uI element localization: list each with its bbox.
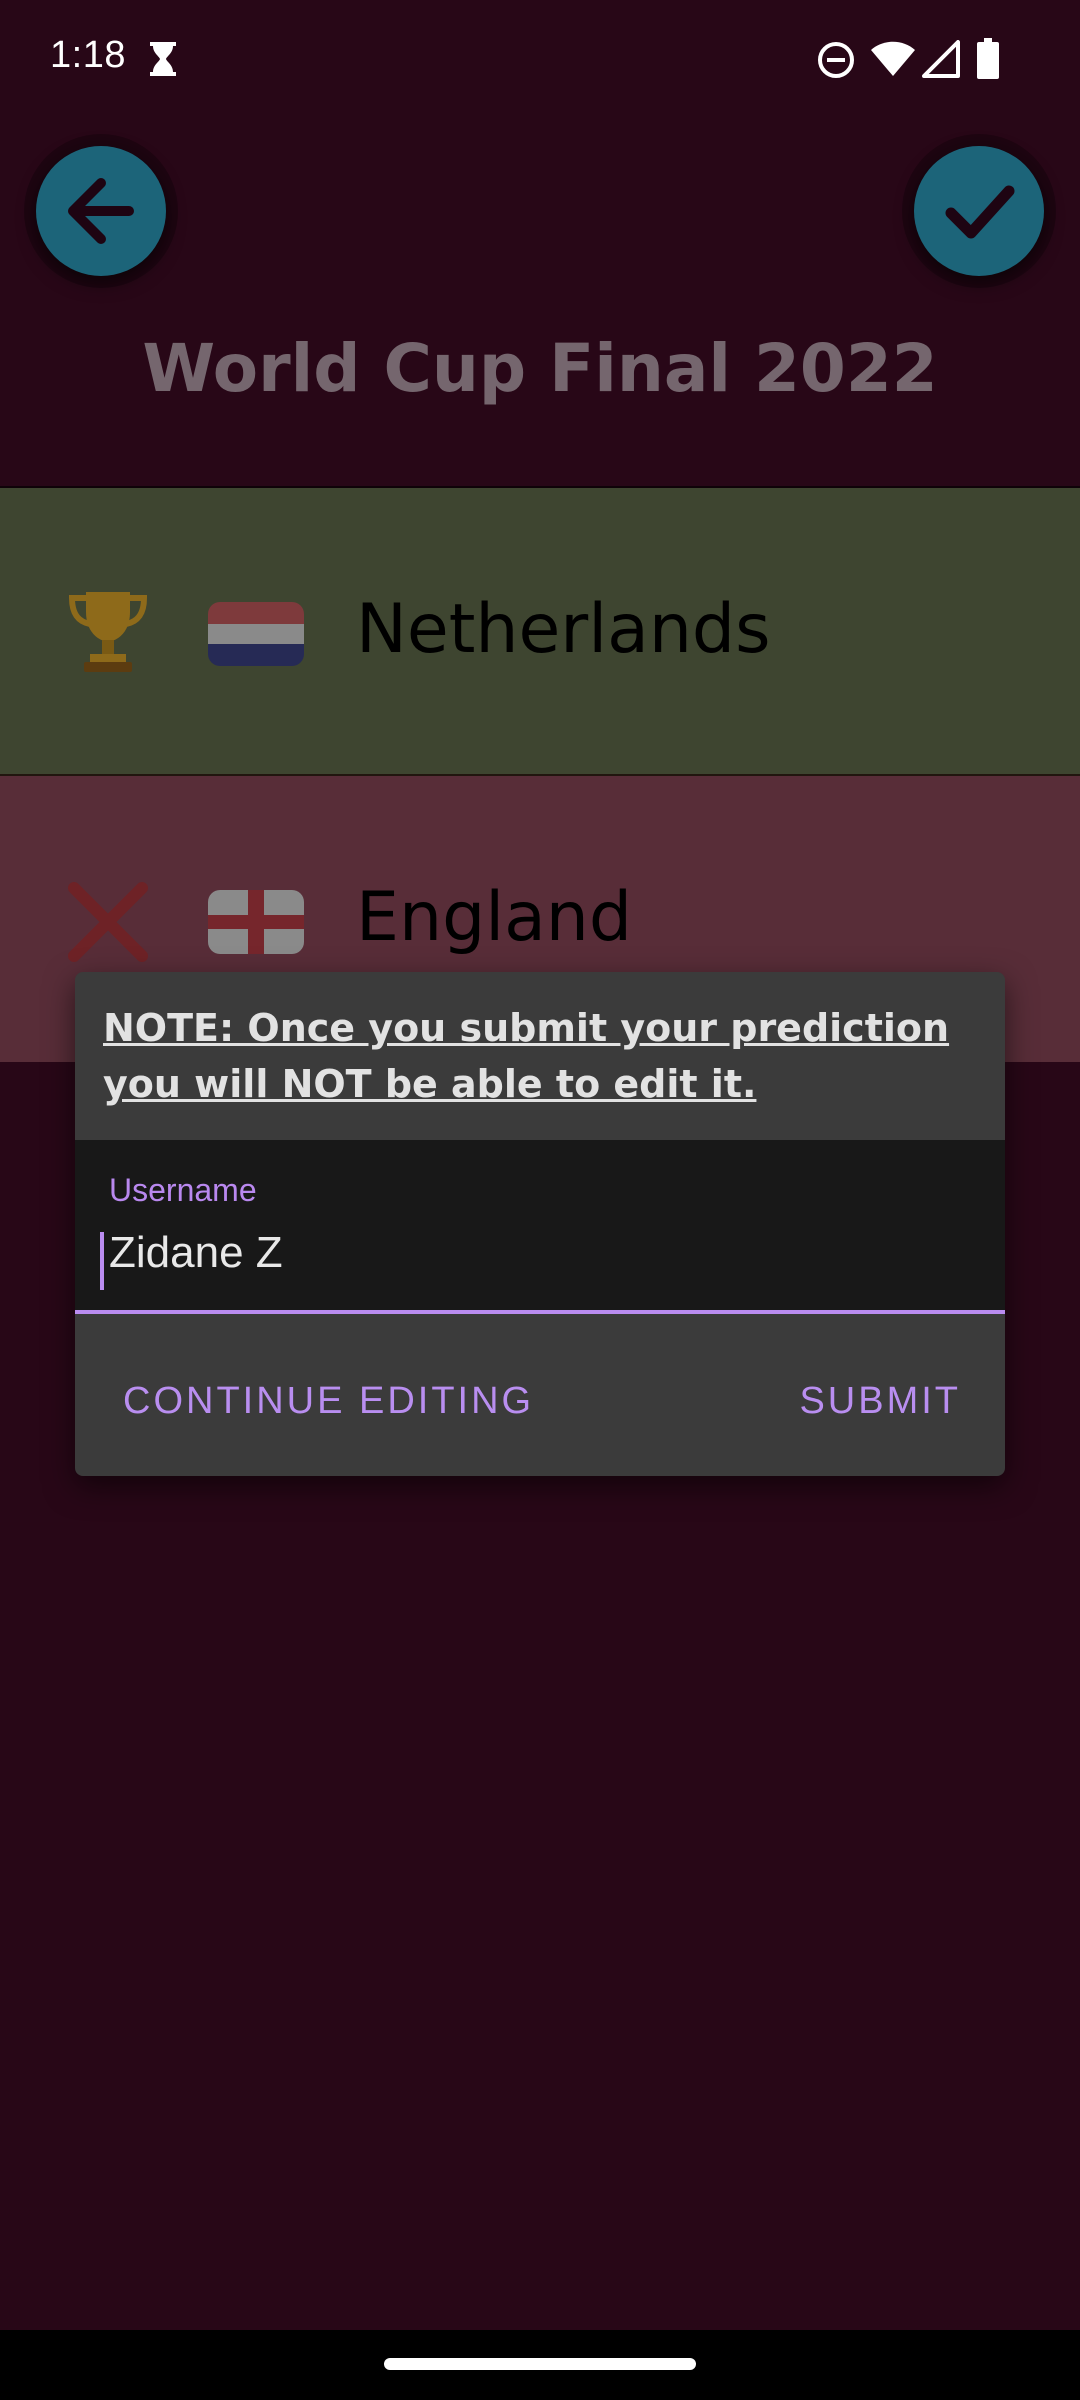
england-flag-icon <box>208 890 304 954</box>
status-time: 1:18 <box>50 34 126 76</box>
dialog-note: NOTE: Once you submit your prediction yo… <box>103 1006 950 1106</box>
trophy-icon <box>68 592 148 672</box>
battery-icon <box>977 38 999 79</box>
screen: 1:18 World Cup Final 2022 Netherlands En… <box>0 0 1080 2400</box>
submit-button[interactable]: SUBMIT <box>799 1380 961 1423</box>
team-name: Netherlands <box>356 590 771 669</box>
continue-editing-button[interactable]: CONTINUE EDITING <box>123 1380 534 1423</box>
text-caret <box>100 1232 104 1290</box>
hourglass-icon <box>150 42 176 76</box>
page-title: World Cup Final 2022 <box>142 330 938 407</box>
username-input[interactable]: Zidane Z <box>109 1228 283 1278</box>
netherlands-flag-icon <box>208 602 304 666</box>
home-handle[interactable] <box>384 2358 696 2370</box>
do-not-disturb-icon <box>818 42 854 78</box>
team-row-netherlands[interactable]: Netherlands <box>0 488 1080 776</box>
confirm-button[interactable] <box>914 146 1044 276</box>
check-icon <box>945 185 1015 239</box>
username-field[interactable]: Username Zidane Z <box>75 1140 1005 1314</box>
cross-icon <box>68 882 148 962</box>
back-button[interactable] <box>36 146 166 276</box>
username-label: Username <box>109 1172 257 1208</box>
submit-dialog: NOTE: Once you submit your prediction yo… <box>75 972 1005 1476</box>
wifi-icon <box>871 41 915 76</box>
status-bar: 1:18 <box>0 0 1080 120</box>
arrow-left-icon <box>68 178 134 244</box>
team-name: England <box>356 878 633 957</box>
navigation-bar <box>0 2330 1080 2400</box>
signal-icon <box>922 40 960 78</box>
